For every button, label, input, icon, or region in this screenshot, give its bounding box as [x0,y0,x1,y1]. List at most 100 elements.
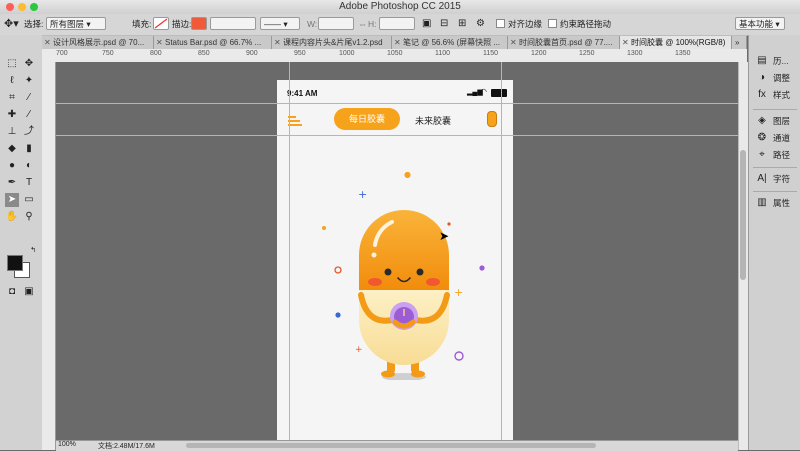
gradient-icon[interactable]: ▮ [22,142,36,156]
svg-text:+: + [454,286,463,299]
tab-document-active[interactable]: ✕ 时间胶囊 @ 100%(RGB/8) [620,36,732,49]
panel-character[interactable]: A| 字符 [749,171,800,187]
align-edges-checkbox[interactable] [496,19,505,28]
ruler-tick: 700 [56,50,68,57]
ruler-tick: 900 [246,50,258,57]
panel-label: 历... [773,56,789,66]
guide-line[interactable] [56,135,738,136]
crop-icon[interactable]: ⌗ [5,91,19,105]
channels-icon: ❂ [757,132,767,143]
close-tab-icon[interactable]: ✕ [274,36,281,49]
path-select-icon[interactable]: ➤ [5,193,19,207]
vertical-scroll-thumb[interactable] [740,150,746,280]
quick-mask-icon[interactable]: ◘ [5,285,19,299]
select-label: 选择: [24,19,44,29]
close-tab-icon[interactable]: ✕ [44,36,51,49]
panel-label: 属性 [773,198,791,208]
tab-future-capsule[interactable]: 未来胶囊 [415,114,451,127]
zoom-icon[interactable]: ⚲ [22,210,36,224]
panel-properties[interactable]: ▥ 属性 [749,195,800,211]
width-field[interactable] [318,17,354,30]
guide-line[interactable] [56,103,738,104]
screen-mode-icon[interactable]: ▣ [22,285,36,299]
tab-document[interactable]: ✕ 设计风格展示.psd @ 70... [42,36,154,49]
fill-swatch[interactable] [153,17,169,30]
panel-divider [753,109,797,110]
stroke-label: 描边: [172,19,192,29]
fill-label: 填充: [132,19,152,29]
stamp-icon[interactable]: ⊥ [5,125,19,139]
move-tool-icon[interactable]: ✥ [22,57,36,71]
menu-icon[interactable] [288,116,302,126]
more-tabs-icon[interactable]: » [732,36,747,49]
panel-label: 通道 [773,133,791,143]
tab-document[interactable]: ✕ Status Bar.psd @ 66.7% ... [154,36,272,49]
brush-icon[interactable]: ∕ [22,108,36,122]
panel-history[interactable]: ▤ 历... [749,53,800,69]
close-tab-icon[interactable]: ✕ [156,36,163,49]
panel-channels[interactable]: ❂ 通道 [749,130,800,146]
magic-wand-icon[interactable]: ✦ [22,74,36,88]
tab-document[interactable]: ✕ 时间胶囊首页.psd @ 77.... [508,36,620,49]
tab-document[interactable]: ✕ 笔记 @ 56.6% (屏幕快照 ... [392,36,508,49]
move-tool-icon[interactable]: ✥▾ [4,17,19,31]
type-icon[interactable]: T [22,176,36,190]
history-brush-icon[interactable]: ⤴ [22,125,36,139]
hand-icon[interactable]: ✋ [5,210,19,224]
stroke-swatch[interactable] [191,17,207,30]
path-ops-icon[interactable]: ▣ [422,17,431,31]
blur-icon[interactable]: ● [5,159,19,173]
ruler-tick: 1150 [483,50,499,57]
panel-label: 样式 [773,90,791,100]
select-dropdown[interactable]: 所有图层 ▾ [46,17,106,30]
default-colors-icon[interactable] [5,261,19,275]
guide-line[interactable] [289,62,290,450]
panel-label: 字符 [773,174,791,184]
healing-icon[interactable]: ✚ [5,108,19,122]
path-arrange-icon[interactable]: ⊞ [458,17,466,31]
link-icon[interactable]: ⇔ [358,17,367,31]
tab-document[interactable]: ✕ 课程内容片头&片尾v1.2.psd [272,36,392,49]
status-bar: 100% 文档:2.48M/17.6M [56,440,738,451]
panel-paths[interactable]: ⌖ 路径 [749,147,800,163]
path-align-icon[interactable]: ⊟ [440,17,448,31]
constrain-path-checkbox[interactable] [548,19,557,28]
tab-label: Status Bar.psd @ 66.7% ... [165,38,262,47]
stroke-width-field[interactable] [210,17,256,30]
panel-divider [753,167,797,168]
horizontal-scrollbar[interactable] [186,443,596,448]
guide-line[interactable] [501,62,502,450]
canvas-area[interactable]: 9:41 AM ▂▄▆ ◠ 每日胶囊 未来胶囊 ● + + + ➤ [56,62,738,450]
marquee-icon[interactable]: ⬚ [5,57,19,71]
battery-icon [491,89,507,97]
history-icon: ▤ [757,55,767,66]
close-tab-icon[interactable]: ✕ [394,36,401,49]
panel-adjustments[interactable]: ◑ 调整 [749,70,800,86]
swap-colors-icon[interactable]: ↰ [26,244,40,258]
capsule-mini-icon[interactable] [487,111,497,127]
panel-styles[interactable]: fx 样式 [749,87,800,103]
gear-icon[interactable]: ⚙ [476,17,485,31]
svg-text:+: + [358,188,367,201]
lasso-icon[interactable]: ℓ [5,74,19,88]
eyedropper-icon[interactable]: ⁄ [22,91,36,105]
close-tab-icon[interactable]: ✕ [510,36,517,49]
styles-icon: fx [758,89,766,100]
pen-icon[interactable]: ✒ [5,176,19,190]
dodge-icon[interactable]: ◐ [22,159,36,173]
tab-label: 设计风格展示.psd @ 70... [53,38,145,47]
app-title: Adobe Photoshop CC 2015 [339,1,461,12]
zoom-level[interactable]: 100% [58,441,76,448]
eraser-icon[interactable]: ◆ [5,142,19,156]
constrain-path-label: 约束路径拖动 [560,19,612,29]
height-field[interactable] [379,17,415,30]
workspace-dropdown[interactable]: 基本功能 ▾ [735,17,785,30]
ruler-tick: 950 [294,50,306,57]
ruler-tick: 1100 [435,50,451,57]
panel-layers[interactable]: ◈ 图层 [749,113,800,129]
tab-daily-capsule[interactable]: 每日胶囊 [334,108,400,130]
stroke-type-dropdown[interactable]: —— ▾ [260,17,300,30]
select-value: 所有图层 [50,19,85,29]
rectangle-icon[interactable]: ▭ [22,193,36,207]
close-tab-icon[interactable]: ✕ [622,36,629,49]
